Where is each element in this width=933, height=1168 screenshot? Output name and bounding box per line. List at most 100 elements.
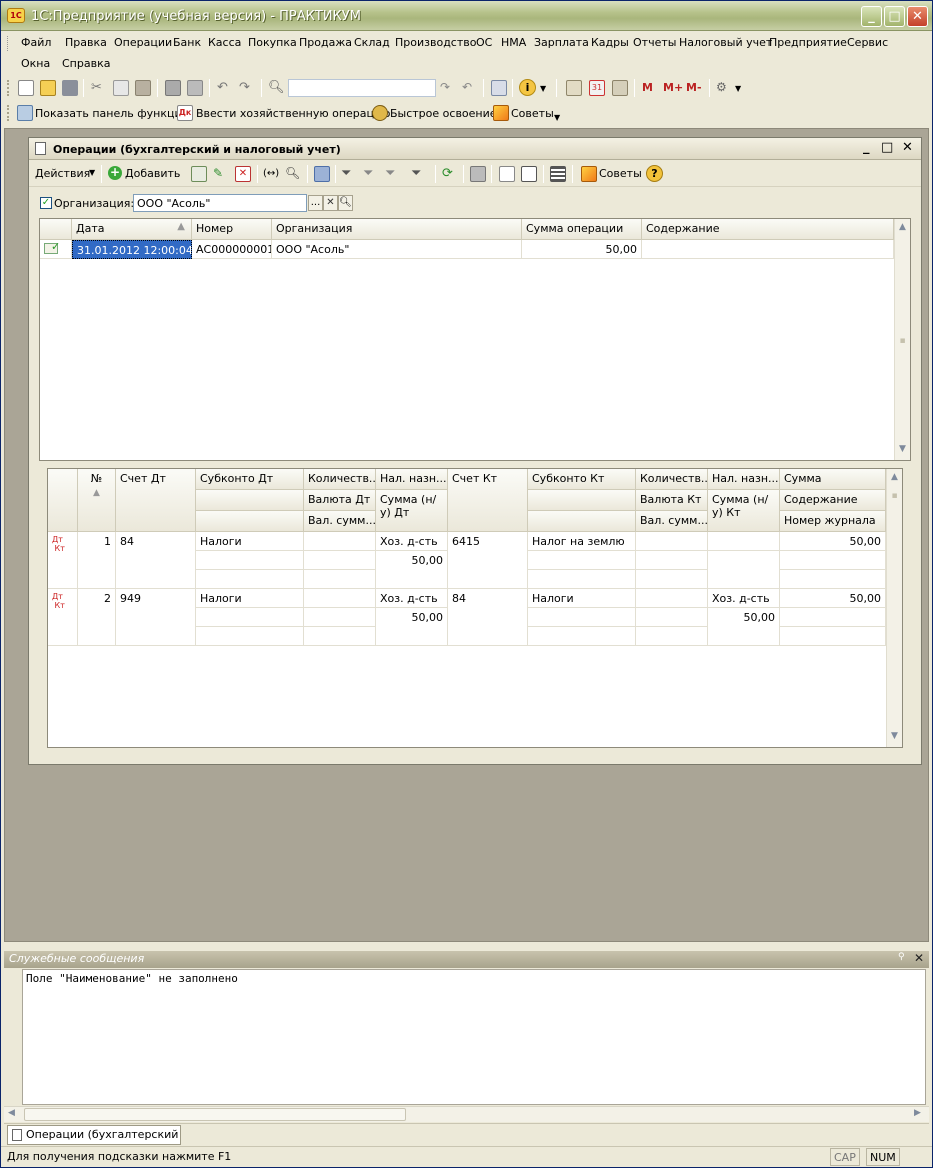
header-dt-tax-sum[interactable]: Сумма (н/у) Дт (376, 490, 448, 532)
entry-2-dt-account[interactable]: 949 (116, 589, 196, 646)
header-journal-number[interactable]: Номер журнала (780, 511, 886, 532)
menu-fixed-assets[interactable]: ОС (476, 36, 492, 49)
entry-2-dt-subconto-3[interactable] (196, 627, 304, 646)
header-kt-tax-purpose[interactable]: Нал. назн.... (708, 469, 780, 490)
menu-file[interactable]: Файл (21, 36, 51, 49)
actions-dropdown-icon[interactable]: ▼ (89, 168, 95, 177)
calculator-icon[interactable] (566, 80, 582, 96)
entry-1-kt-qty[interactable] (636, 532, 708, 551)
actions-menu-button[interactable]: Действия (35, 167, 90, 180)
tips-dropdown-icon[interactable]: ▼ (554, 113, 560, 122)
function-panel-icon[interactable] (17, 105, 33, 121)
paste-icon[interactable] (135, 80, 151, 96)
row-number-cell[interactable]: АС000000001 (192, 240, 272, 259)
entry-1-kt-tax-sum[interactable] (708, 551, 780, 589)
entry-1-kt-subconto-3[interactable] (528, 570, 636, 589)
entry-2-dt-subconto[interactable]: Налоги (196, 589, 304, 608)
row-organization-cell[interactable]: ООО "Асоль" (272, 240, 522, 259)
form-tips-button[interactable]: Советы (599, 167, 642, 180)
add-icon[interactable]: + (108, 166, 122, 180)
structure-icon[interactable] (314, 166, 330, 182)
copy-icon[interactable] (113, 80, 129, 96)
header-dt-currency[interactable]: Валюта Дт (304, 490, 376, 511)
new-document-icon[interactable] (18, 80, 34, 96)
header-kt-tax-sum[interactable]: Сумма (н/у) Кт (708, 490, 780, 532)
entry-2-content[interactable] (780, 608, 886, 627)
find-in-list-icon[interactable]: 🔍︎ (285, 166, 301, 182)
scroll-down-icon[interactable]: ▼ (887, 729, 902, 744)
organization-open-button[interactable]: 🔍︎ (338, 195, 353, 211)
memory-plus-button[interactable]: M+ (663, 81, 683, 94)
filter-history-icon[interactable]: ⏷ (385, 166, 401, 182)
header-organization[interactable]: Организация (272, 219, 522, 240)
entry-1-kt-account[interactable]: 6415 (448, 532, 528, 589)
memory-m-button[interactable]: M (642, 81, 653, 94)
save-icon[interactable] (62, 80, 78, 96)
organization-field[interactable]: ООО "Асоль" (133, 194, 307, 212)
filter-value-icon[interactable]: ⏷ (363, 166, 379, 182)
pin-icon[interactable]: ⚲ (898, 952, 905, 962)
open-folder-icon[interactable] (40, 80, 56, 96)
delete-icon[interactable]: ✕ (235, 166, 251, 182)
entry-1-dt-qty[interactable] (304, 532, 376, 551)
menu-enterprise[interactable]: Предприятие (769, 36, 847, 49)
scroll-up-icon[interactable]: ▲ (895, 220, 910, 235)
header-entry-content[interactable]: Содержание (780, 490, 886, 511)
menu-edit[interactable]: Правка (65, 36, 107, 49)
menu-bank[interactable]: Банк (173, 36, 201, 49)
menu-help[interactable]: Справка (62, 57, 110, 70)
entry-1-kt-subconto[interactable]: Налог на землю (528, 532, 636, 551)
info-icon[interactable]: i (519, 79, 536, 96)
entry-1-dt-cursum[interactable] (304, 570, 376, 589)
tools-dropdown-icon[interactable]: ▼ (735, 84, 741, 93)
entry-2-kt-currency[interactable] (636, 608, 708, 627)
menu-salary[interactable]: Зарплата (534, 36, 589, 49)
journal-report-icon[interactable] (521, 166, 537, 182)
entry-2-dt-tax[interactable]: Хоз. д-сть (376, 589, 448, 608)
edit-pencil-icon[interactable]: ✎ (213, 166, 229, 182)
scroll-thumb[interactable]: ▪ (887, 489, 902, 504)
enter-operation-button[interactable]: Ввести хозяйственную операцию (196, 107, 390, 120)
cut-icon[interactable]: ✂ (91, 80, 107, 96)
organization-clear-button[interactable]: ✕ (323, 195, 338, 211)
menu-intangibles[interactable]: НМА (501, 36, 526, 49)
header-kt-currency[interactable]: Валюта Кт (636, 490, 708, 511)
header-kt-quantity[interactable]: Количеств... (636, 469, 708, 490)
form-minimize-button[interactable]: _ (863, 140, 870, 155)
header-sum[interactable]: Сумма (780, 469, 886, 490)
row-content-cell[interactable] (642, 240, 894, 259)
entry-1-sum[interactable]: 50,00 (780, 532, 886, 551)
scroll-right-icon[interactable]: ▶ (914, 1108, 921, 1118)
entry-1-kt-subconto-2[interactable] (528, 551, 636, 570)
menu-purchase[interactable]: Покупка (248, 36, 297, 49)
quick-start-button[interactable]: Быстрое освоение (390, 107, 497, 120)
copy-row-icon[interactable] (191, 166, 207, 182)
find-prev-icon[interactable]: ↶ (462, 80, 478, 96)
entry-1-content[interactable] (780, 551, 886, 570)
tools-icon[interactable]: ⚙ (716, 80, 732, 96)
entry-1-number[interactable]: 1 (78, 532, 116, 589)
menu-hr[interactable]: Кадры (591, 36, 629, 49)
entry-2-kt-subconto[interactable]: Налоги (528, 589, 636, 608)
entry-2-kt-cursum[interactable] (636, 627, 708, 646)
refresh-icon[interactable]: ⟳ (442, 166, 458, 182)
quick-start-icon[interactable] (372, 105, 388, 121)
entry-1-dt-currency[interactable] (304, 551, 376, 570)
search-combo[interactable] (288, 79, 436, 97)
entry-2-number[interactable]: 2 (78, 589, 116, 646)
header-dt-subconto[interactable]: Субконто Дт (196, 469, 304, 490)
organization-select-button[interactable]: ... (308, 195, 323, 211)
menu-production[interactable]: Производство (395, 36, 476, 49)
header-kt-account[interactable]: Счет Кт (448, 469, 528, 532)
menu-operations[interactable]: Операции (114, 36, 172, 49)
add-button[interactable]: Добавить (125, 167, 180, 180)
menu-sale[interactable]: Продажа (299, 36, 352, 49)
print-list-icon[interactable] (470, 166, 486, 182)
show-entries-icon[interactable] (499, 166, 515, 182)
entry-1-kt-currency[interactable] (636, 551, 708, 570)
entry-1-kt-cursum[interactable] (636, 570, 708, 589)
messages-close-button[interactable]: ✕ (914, 951, 924, 965)
menu-cash[interactable]: Касса (208, 36, 241, 49)
operations-vscrollbar[interactable]: ▲ ▪ ▼ (894, 219, 910, 460)
print-preview-icon[interactable] (187, 80, 203, 96)
